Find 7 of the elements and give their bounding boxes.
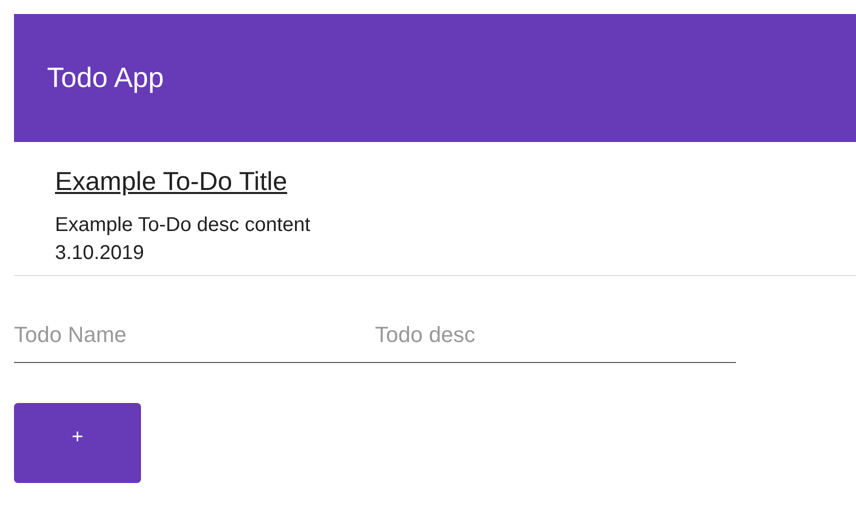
app-title: Todo App (47, 62, 164, 94)
add-button[interactable]: + (14, 403, 141, 483)
input-field[interactable]: Todo Name (14, 316, 375, 363)
todo-title-link[interactable]: Example To-Do Title (55, 166, 288, 197)
input-field[interactable]: Todo desc (375, 316, 736, 363)
todo-date: 3.10.2019 (55, 241, 144, 266)
todo-description: Example To-Do desc content (55, 213, 310, 238)
